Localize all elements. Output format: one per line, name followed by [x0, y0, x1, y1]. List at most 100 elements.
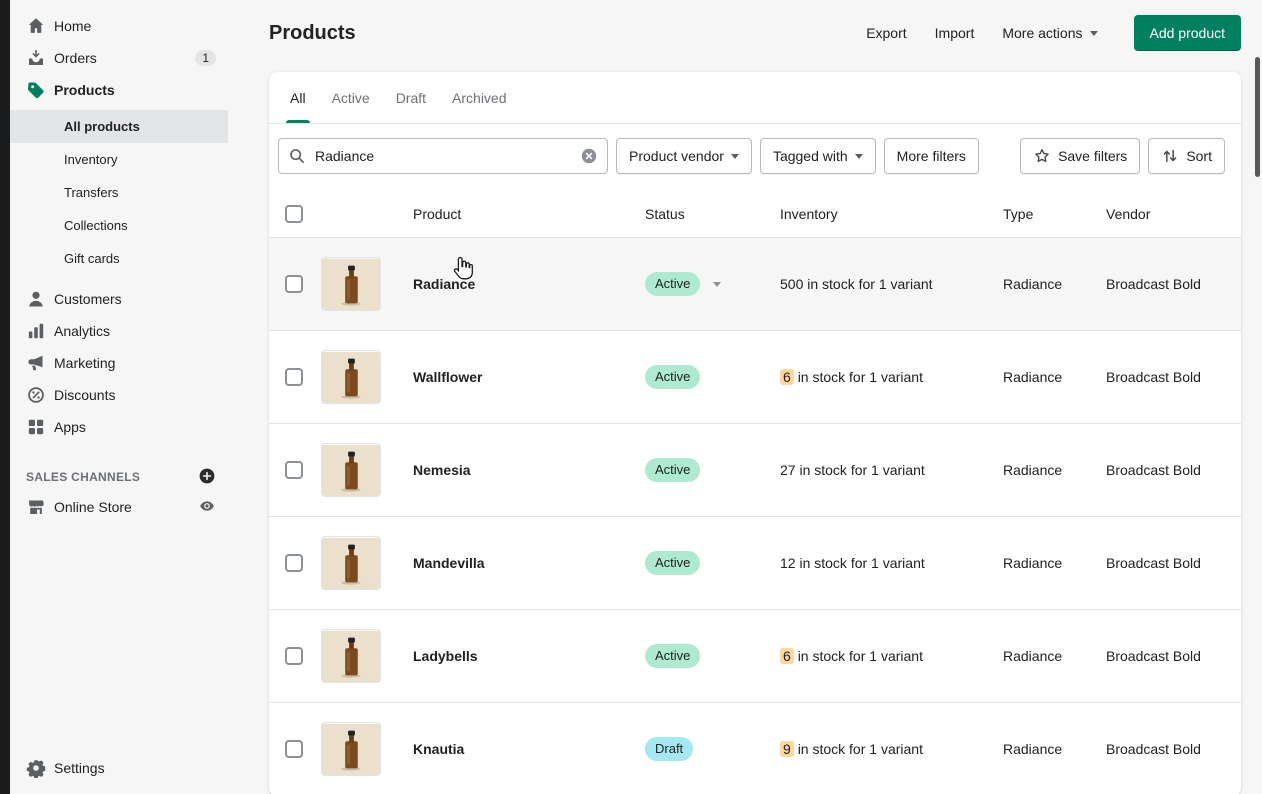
tagged-with-filter-button[interactable]: Tagged with	[759, 138, 876, 174]
person-icon	[26, 289, 46, 309]
product-link[interactable]: Mandevilla	[413, 555, 485, 571]
sidebar-item-discounts[interactable]: Discounts	[10, 379, 228, 411]
status-badge: Draft	[645, 737, 694, 761]
sidebar-item-all-products[interactable]: All products	[10, 110, 228, 143]
sidebar-item-orders[interactable]: Orders 1	[10, 42, 228, 74]
product-link[interactable]: Radiance	[413, 276, 475, 292]
inventory-quantity: 27	[780, 462, 796, 478]
vertical-scrollbar[interactable]	[1255, 57, 1260, 177]
inventory-text: in stock for 1 variant	[799, 462, 925, 478]
product-thumbnail	[321, 443, 381, 497]
product-vendor: Broadcast Bold	[1106, 276, 1201, 292]
row-checkbox[interactable]	[285, 647, 303, 665]
inventory-text: in stock for 1 variant	[807, 276, 933, 292]
row-checkbox[interactable]	[285, 461, 303, 479]
preview-online-store-button[interactable]	[198, 497, 216, 518]
status-badge: Active	[645, 365, 701, 389]
tab-archived[interactable]: Archived	[439, 72, 519, 123]
table-row[interactable]: Ladybells Active 6 in stock for 1 varian…	[269, 610, 1241, 703]
row-checkbox[interactable]	[285, 554, 303, 572]
row-checkbox[interactable]	[285, 368, 303, 386]
table-row[interactable]: Nemesia Active 27 in stock for 1 variant…	[269, 424, 1241, 517]
status-tabs: All Active Draft Archived	[269, 72, 1241, 124]
table-row[interactable]: Wallflower Active 6 in stock for 1 varia…	[269, 331, 1241, 424]
chevron-down-icon	[730, 153, 739, 159]
more-actions-label: More actions	[1002, 25, 1083, 41]
row-checkbox[interactable]	[285, 275, 303, 293]
sidebar-item-marketing[interactable]: Marketing	[10, 347, 228, 379]
tag-icon	[26, 80, 46, 100]
product-link[interactable]: Nemesia	[413, 462, 471, 478]
product-vendor: Broadcast Bold	[1106, 369, 1201, 385]
save-filters-label: Save filters	[1058, 148, 1128, 164]
product-thumbnail	[321, 350, 381, 404]
more-filters-button[interactable]: More filters	[883, 138, 979, 174]
chevron-down-icon	[854, 153, 863, 159]
sidebar-item-analytics[interactable]: Analytics	[10, 315, 228, 347]
sort-button[interactable]: Sort	[1148, 138, 1225, 174]
sidebar-item-inventory[interactable]: Inventory	[10, 143, 228, 176]
status-badge: Active	[645, 644, 701, 668]
sidebar-item-settings[interactable]: Settings	[10, 752, 228, 784]
product-link[interactable]: Knautia	[413, 741, 464, 757]
search-input[interactable]	[313, 147, 580, 165]
close-circle-icon	[580, 147, 598, 165]
add-product-button[interactable]: Add product	[1133, 15, 1241, 51]
product-thumbnail	[321, 629, 381, 683]
more-actions-button[interactable]: More actions	[1002, 25, 1098, 41]
eye-icon	[198, 497, 216, 518]
row-checkbox[interactable]	[285, 740, 303, 758]
sort-label: Sort	[1186, 148, 1212, 164]
plus-circle-icon	[198, 467, 216, 488]
column-header-inventory: Inventory	[780, 206, 838, 222]
star-icon	[1033, 147, 1051, 165]
inventory-text: in stock for 1 variant	[799, 555, 925, 571]
sidebar-subitem-label: All products	[64, 119, 140, 134]
tab-active[interactable]: Active	[319, 72, 383, 123]
product-type: Radiance	[1003, 741, 1063, 757]
tab-draft[interactable]: Draft	[383, 72, 439, 123]
import-button[interactable]: Import	[935, 25, 975, 41]
add-sales-channel-button[interactable]	[198, 467, 216, 488]
product-link[interactable]: Ladybells	[413, 648, 478, 664]
product-link[interactable]: Wallflower	[413, 369, 483, 385]
sidebar-item-collections[interactable]: Collections	[10, 209, 228, 242]
sales-channels-header: SALES CHANNELS	[10, 463, 228, 491]
percent-icon	[26, 385, 46, 405]
status-badge: Active	[645, 458, 701, 482]
inventory-quantity: 6	[780, 648, 794, 664]
sidebar-item-transfers[interactable]: Transfers	[10, 176, 228, 209]
products-subnav: All products Inventory Transfers Collect…	[10, 110, 228, 275]
tab-all[interactable]: All	[277, 72, 319, 123]
product-type: Radiance	[1003, 555, 1063, 571]
product-vendor: Broadcast Bold	[1106, 648, 1201, 664]
orders-icon	[26, 48, 46, 68]
inventory-quantity: 500	[780, 276, 804, 292]
sidebar-subitem-label: Transfers	[64, 185, 119, 200]
sidebar-subitem-label: Collections	[64, 218, 128, 233]
select-all-checkbox[interactable]	[285, 205, 303, 223]
sidebar-item-label: Analytics	[54, 323, 111, 339]
sidebar-item-apps[interactable]: Apps	[10, 411, 228, 443]
save-filters-button[interactable]: Save filters	[1020, 138, 1141, 174]
clear-search-button[interactable]	[580, 147, 598, 165]
table-row[interactable]: Knautia Draft 9 in stock for 1 variant R…	[269, 703, 1241, 794]
table-row[interactable]: Mandevilla Active 12 in stock for 1 vari…	[269, 517, 1241, 610]
status-caret-icon[interactable]	[713, 281, 722, 287]
inventory-quantity: 12	[780, 555, 796, 571]
export-button[interactable]: Export	[866, 25, 906, 41]
sidebar-item-label: Marketing	[54, 355, 116, 371]
product-vendor-filter-button[interactable]: Product vendor	[616, 138, 752, 174]
sidebar-item-gift-cards[interactable]: Gift cards	[10, 242, 228, 275]
sidebar: Home Orders 1 Products All products Inve…	[10, 0, 228, 794]
column-header-product: Product	[413, 206, 462, 222]
gear-icon	[26, 758, 46, 778]
product-thumbnail	[321, 257, 381, 311]
table-row[interactable]: Radiance Active 500 in stock for 1 varia…	[269, 238, 1241, 331]
sidebar-item-online-store[interactable]: Online Store	[10, 491, 228, 523]
sidebar-item-home[interactable]: Home	[10, 10, 228, 42]
sidebar-item-products[interactable]: Products	[10, 74, 228, 106]
search-filter[interactable]	[278, 138, 608, 174]
sidebar-item-customers[interactable]: Customers	[10, 283, 228, 315]
sidebar-item-label: Discounts	[54, 387, 116, 403]
